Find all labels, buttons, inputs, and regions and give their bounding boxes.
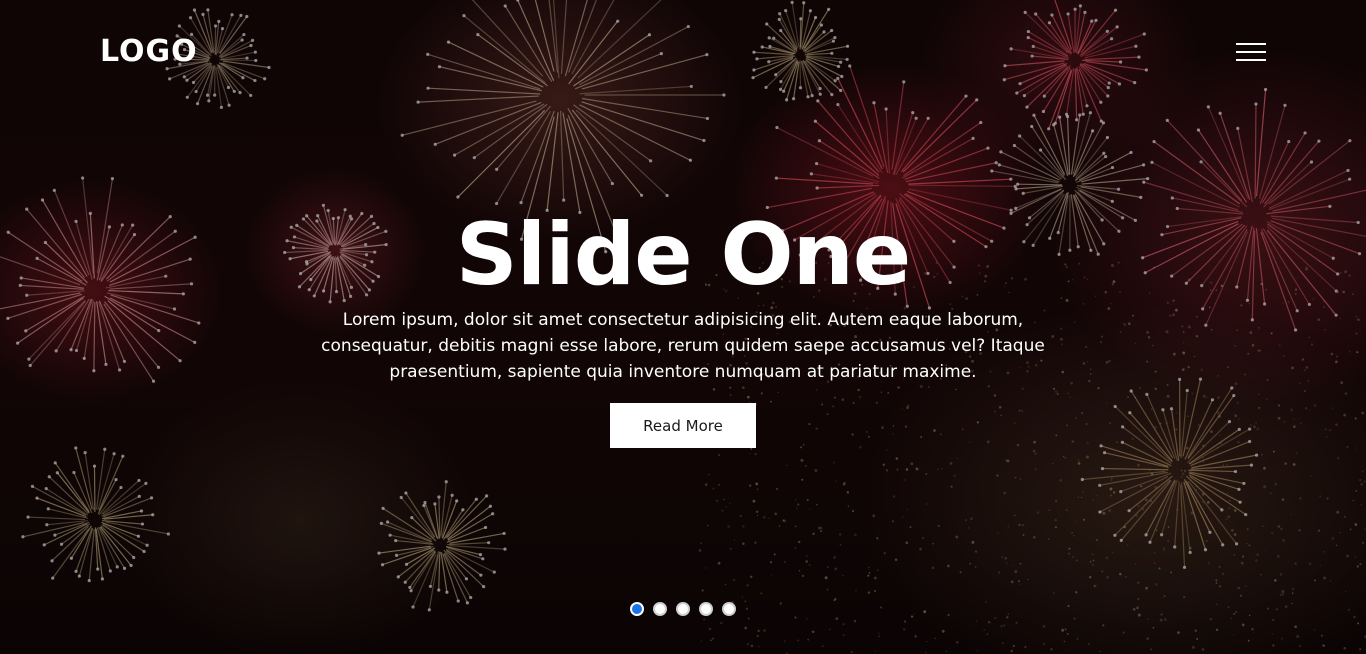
pagination-dot[interactable] xyxy=(699,602,713,616)
slider-pagination xyxy=(630,602,736,616)
menu-bar xyxy=(1236,59,1266,61)
slide-content: Slide One Lorem ipsum, dolor sit amet co… xyxy=(283,205,1083,448)
logo[interactable]: LOGO xyxy=(100,34,198,69)
pagination-dot[interactable] xyxy=(653,602,667,616)
pagination-dot[interactable] xyxy=(722,602,736,616)
pagination-dot[interactable] xyxy=(630,602,644,616)
menu-bar xyxy=(1236,43,1266,45)
read-more-button[interactable]: Read More xyxy=(610,403,756,448)
slide-description: Lorem ipsum, dolor sit amet consectetur … xyxy=(321,310,1045,382)
navbar: LOGO xyxy=(0,0,1366,104)
slide-title: Slide One xyxy=(455,205,911,305)
hamburger-menu-icon[interactable] xyxy=(1232,40,1268,66)
hero-slider: LOGO Slide One Lorem ipsum, dolor sit am… xyxy=(0,0,1366,654)
menu-bar xyxy=(1236,51,1266,53)
pagination-dot[interactable] xyxy=(676,602,690,616)
